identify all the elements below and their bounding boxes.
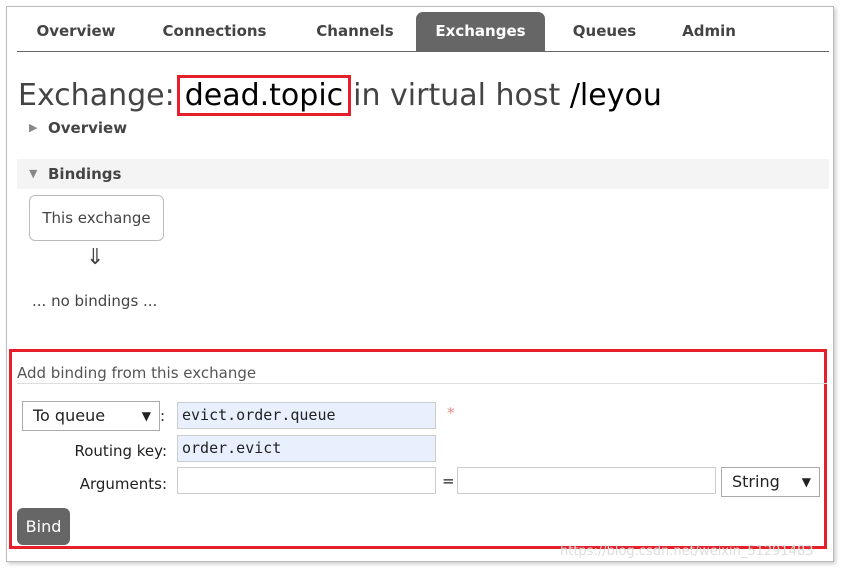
arguments-label: Arguments:	[79, 475, 167, 493]
this-exchange-box: This exchange	[29, 195, 164, 241]
no-bindings-text: ... no bindings ...	[32, 292, 158, 310]
select-value: String	[732, 472, 780, 491]
bind-button[interactable]: Bind	[17, 508, 70, 545]
section-label: Bindings	[48, 165, 122, 183]
tab-exchanges[interactable]: Exchanges	[416, 12, 545, 51]
triangle-down-icon: ▼	[29, 167, 38, 180]
destination-type-select[interactable]: To queue ▼	[22, 401, 160, 431]
routing-key-input[interactable]: order.evict	[177, 435, 436, 462]
page-title: Exchange: dead.topic in virtual host /leyo…	[18, 75, 662, 116]
section-bindings[interactable]: ▼ Bindings	[17, 159, 829, 189]
tab-channels[interactable]: Channels	[300, 12, 410, 51]
triangle-right-icon: ▶	[29, 121, 38, 134]
nav-tabs: Overview Connections Channels Exchanges …	[17, 12, 829, 52]
caret-down-icon: ▼	[801, 475, 811, 489]
title-prefix: Exchange:	[18, 78, 175, 113]
divider	[17, 383, 827, 384]
arrow-down-icon: ⇓	[86, 245, 105, 270]
required-marker: *	[447, 404, 455, 422]
section-overview[interactable]: ▶ Overview	[17, 113, 829, 143]
destination-input[interactable]: evict.order.queue	[177, 402, 436, 429]
tab-queues[interactable]: Queues	[562, 12, 647, 51]
watermark: https://blog.csdn.net/weixin_51291483	[560, 544, 814, 559]
routing-key-label: Routing key:	[74, 442, 168, 460]
argument-key-input[interactable]	[177, 467, 436, 494]
tab-connections[interactable]: Connections	[142, 12, 287, 51]
exchange-name: dead.topic	[176, 75, 352, 116]
argument-value-input[interactable]	[457, 467, 716, 494]
equals-sign: =	[442, 472, 455, 490]
argument-type-select[interactable]: String ▼	[721, 467, 820, 497]
select-value: To queue	[33, 406, 106, 425]
title-middle: in virtual host	[353, 78, 561, 113]
section-label: Overview	[48, 119, 128, 137]
tab-overview[interactable]: Overview	[17, 12, 135, 51]
vhost-name: /leyou	[569, 78, 662, 113]
colon: :	[160, 407, 166, 425]
form-title: Add binding from this exchange	[17, 364, 257, 382]
caret-down-icon: ▼	[141, 409, 151, 423]
tab-admin[interactable]: Admin	[669, 12, 749, 51]
